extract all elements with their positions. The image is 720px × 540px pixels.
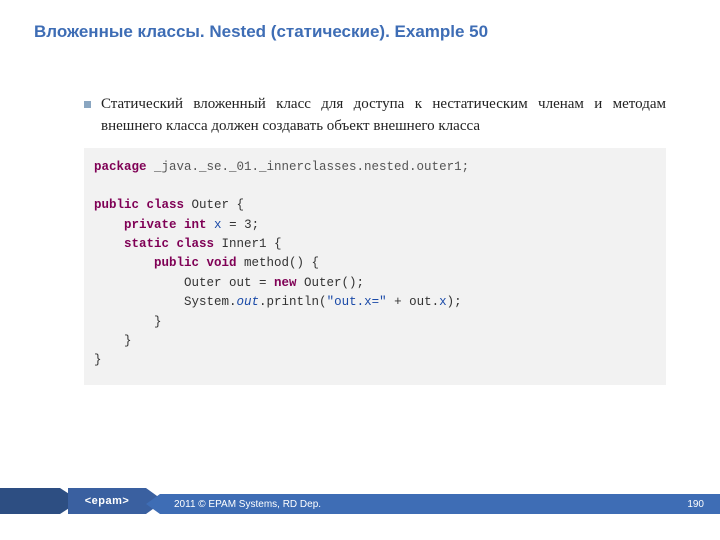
bullet-icon	[84, 101, 91, 108]
epam-logo: <epam>	[68, 488, 146, 514]
code-text: Inner1 {	[214, 237, 282, 251]
code-field: x	[214, 218, 222, 232]
code-text: }	[94, 315, 162, 329]
footer-bar: 2011 © EPAM Systems, RD Dep. 190	[160, 494, 720, 514]
code-text	[207, 218, 215, 232]
code-text: .println(	[259, 295, 327, 309]
page-number: 190	[687, 494, 704, 514]
code-keyword: public class	[94, 198, 184, 212]
slide: Вложенные классы. Nested (статические). …	[0, 0, 720, 540]
code-text: method() {	[237, 256, 320, 270]
epam-logo-text: <epam>	[68, 488, 146, 514]
code-text: _java._se._01._innerclasses.nested.outer…	[147, 160, 470, 174]
code-keyword: static class	[124, 237, 214, 251]
bullet-item: Статический вложенный класс для доступа …	[84, 94, 666, 138]
code-keyword: public void	[154, 256, 237, 270]
code-field: x	[439, 295, 447, 309]
code-text	[94, 218, 124, 232]
code-keyword: private int	[124, 218, 207, 232]
code-static-ref: out	[237, 295, 260, 309]
code-text: System.	[94, 295, 237, 309]
code-text: Outer();	[297, 276, 365, 290]
slide-body: Статический вложенный класс для доступа …	[84, 94, 666, 385]
copyright-text: 2011 © EPAM Systems, RD Dep.	[174, 499, 321, 510]
code-text: }	[94, 334, 132, 348]
code-keyword: package	[94, 160, 147, 174]
code-keyword: new	[274, 276, 297, 290]
footer: <epam> 2011 © EPAM Systems, RD Dep. 190	[0, 488, 720, 514]
code-block: package _java._se._01._innerclasses.nest…	[84, 148, 666, 385]
code-text: Outer {	[184, 198, 244, 212]
code-text: = 3;	[222, 218, 260, 232]
slide-title: Вложенные классы. Nested (статические). …	[34, 22, 686, 42]
code-text: );	[447, 295, 462, 309]
code-text	[94, 256, 154, 270]
code-text: Outer out =	[94, 276, 274, 290]
code-text: + out.	[387, 295, 440, 309]
footer-accent	[0, 488, 60, 514]
code-string: "out.x="	[327, 295, 387, 309]
code-text	[94, 237, 124, 251]
code-text: }	[94, 353, 102, 367]
bullet-text: Статический вложенный класс для доступа …	[101, 94, 666, 138]
